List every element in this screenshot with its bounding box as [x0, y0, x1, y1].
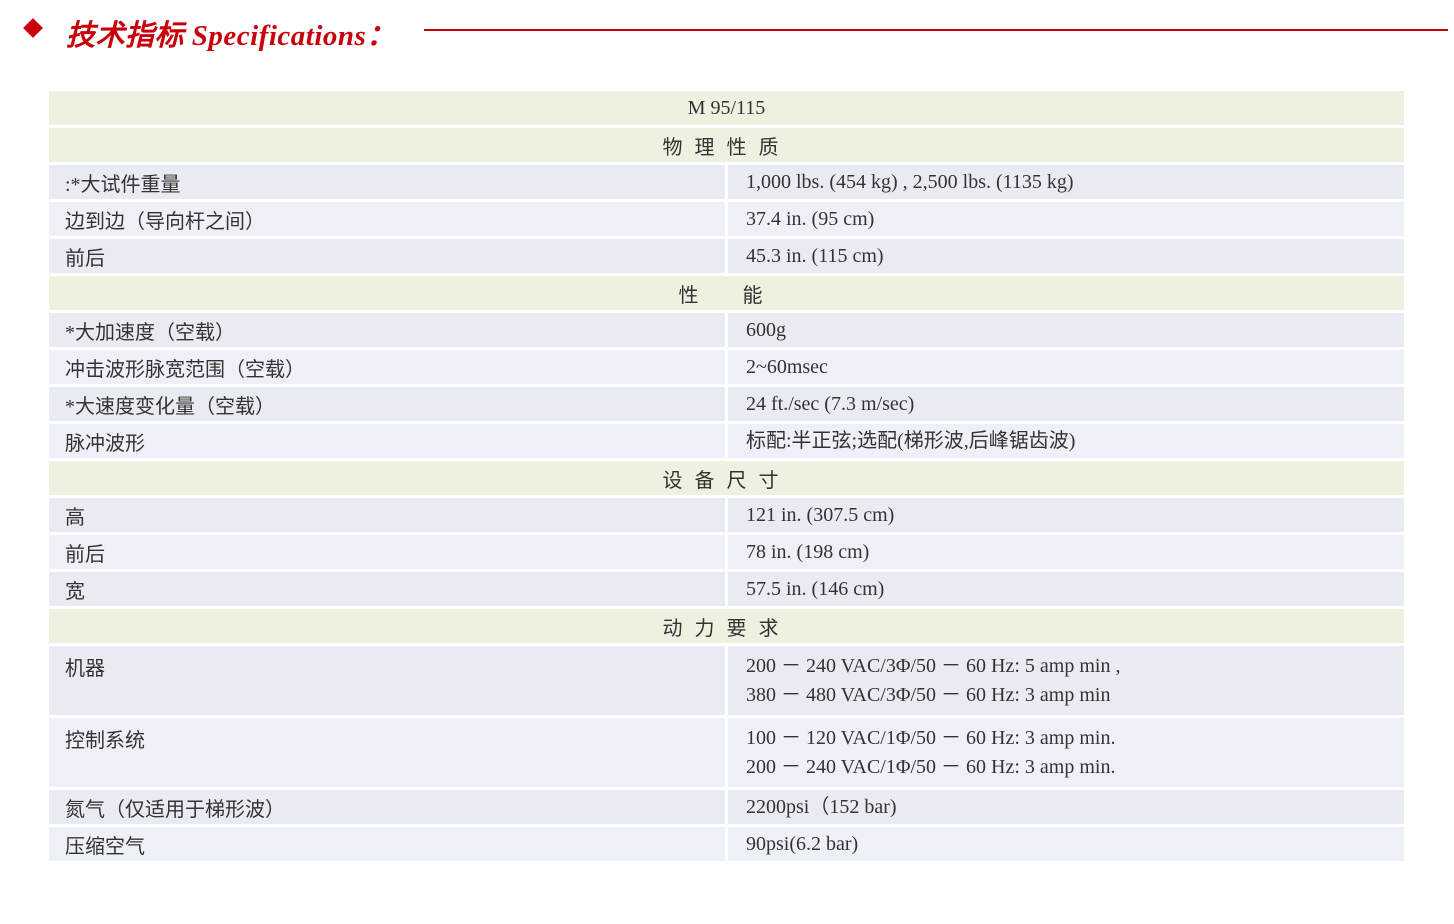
spec-label: 前后	[46, 236, 728, 276]
section-header-row: 动力要求	[46, 606, 1407, 646]
table-row: *大加速度（空载） 600g	[46, 310, 1407, 350]
spec-label: 氮气（仅适用于梯形波）	[46, 787, 728, 827]
specifications-table: M 95/115 物理性质 :*大试件重量 1,000 lbs. (454 kg…	[46, 88, 1407, 864]
table-row: 压缩空气 90psi(6.2 bar)	[46, 824, 1407, 864]
table-row: 机器 200 － 240 VAC/3Φ/50 － 60 Hz: 5 amp mi…	[46, 643, 1407, 718]
table-row: *大速度变化量（空载） 24 ft./sec (7.3 m/sec)	[46, 384, 1407, 424]
table-row: 脉冲波形 标配:半正弦;选配(梯形波,后峰锯齿波)	[46, 421, 1407, 461]
spec-value: 37.4 in. (95 cm)	[725, 199, 1407, 239]
spec-value: 24 ft./sec (7.3 m/sec)	[725, 384, 1407, 424]
spec-label: 前后	[46, 532, 728, 572]
spec-label: 宽	[46, 569, 728, 609]
spec-label: :*大试件重量	[46, 162, 728, 202]
spec-value: 90psi(6.2 bar)	[725, 824, 1407, 864]
table-row: 高 121 in. (307.5 cm)	[46, 495, 1407, 535]
spec-value: 标配:半正弦;选配(梯形波,后峰锯齿波)	[725, 421, 1407, 461]
spec-label: 控制系统	[46, 715, 728, 790]
spec-label: 高	[46, 495, 728, 535]
spec-label: *大速度变化量（空载）	[46, 384, 728, 424]
spec-value: 78 in. (198 cm)	[725, 532, 1407, 572]
spec-value: 45.3 in. (115 cm)	[725, 236, 1407, 276]
spec-label: 冲击波形脉宽范围（空载）	[46, 347, 728, 387]
spec-label: 脉冲波形	[46, 421, 728, 461]
table-row: 冲击波形脉宽范围（空载） 2~60msec	[46, 347, 1407, 387]
section-title-physical: 物理性质	[46, 125, 1407, 165]
spec-label: 压缩空气	[46, 824, 728, 864]
section-title-dimensions: 设备尺寸	[46, 458, 1407, 498]
diamond-bullet-icon	[23, 18, 43, 38]
spec-value: 2~60msec	[725, 347, 1407, 387]
section-header-row: 性 能	[46, 273, 1407, 313]
spec-label: 边到边（导向杆之间）	[46, 199, 728, 239]
model-name: M 95/115	[46, 88, 1407, 128]
table-row: 宽 57.5 in. (146 cm)	[46, 569, 1407, 609]
spec-label: *大加速度（空载）	[46, 310, 728, 350]
table-row: 前后 45.3 in. (115 cm)	[46, 236, 1407, 276]
section-header-row: 设备尺寸	[46, 458, 1407, 498]
table-row: :*大试件重量 1,000 lbs. (454 kg) , 2,500 lbs.…	[46, 162, 1407, 202]
section-title-performance: 性 能	[46, 273, 1407, 313]
spec-value: 100 － 120 VAC/1Φ/50 － 60 Hz: 3 amp min. …	[725, 715, 1407, 790]
section-title-power: 动力要求	[46, 606, 1407, 646]
table-row: 前后 78 in. (198 cm)	[46, 532, 1407, 572]
table-row: 氮气（仅适用于梯形波） 2200psi（152 bar)	[46, 787, 1407, 827]
model-row: M 95/115	[46, 88, 1407, 128]
table-row: 边到边（导向杆之间） 37.4 in. (95 cm)	[46, 199, 1407, 239]
table-row: 控制系统 100 － 120 VAC/1Φ/50 － 60 Hz: 3 amp …	[46, 715, 1407, 790]
header-divider	[424, 29, 1448, 31]
spec-value: 57.5 in. (146 cm)	[725, 569, 1407, 609]
spec-value: 600g	[725, 310, 1407, 350]
section-title: 技术指标 Specifications：	[66, 20, 396, 52]
spec-label: 机器	[46, 643, 728, 718]
spec-value: 2200psi（152 bar)	[725, 787, 1407, 827]
section-header: 技术指标 Specifications：	[0, 0, 1454, 60]
section-header-row: 物理性质	[46, 125, 1407, 165]
spec-value: 121 in. (307.5 cm)	[725, 495, 1407, 535]
spec-value: 200 － 240 VAC/3Φ/50 － 60 Hz: 5 amp min ,…	[725, 643, 1407, 718]
spec-value: 1,000 lbs. (454 kg) , 2,500 lbs. (1135 k…	[725, 162, 1407, 202]
